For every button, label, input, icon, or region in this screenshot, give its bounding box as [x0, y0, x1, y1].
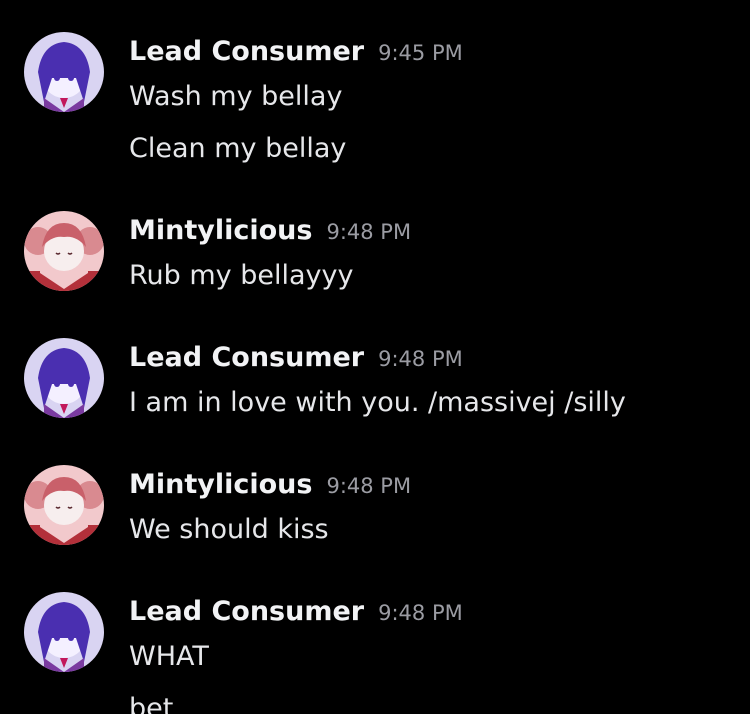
timestamp: 9:45 PM: [378, 41, 463, 65]
message-header: Lead Consumer 9:48 PM: [129, 596, 463, 630]
lead-consumer-avatar[interactable]: [24, 592, 104, 672]
avatar-image-icon: [24, 211, 104, 291]
message-header: Lead Consumer 9:48 PM: [129, 342, 463, 376]
username[interactable]: Lead Consumer: [129, 36, 364, 67]
message-text: WHAT: [129, 641, 209, 672]
lead-consumer-avatar[interactable]: [24, 338, 104, 418]
timestamp: 9:48 PM: [378, 347, 463, 371]
avatar-image-icon: [24, 465, 104, 545]
avatar-image-icon: [24, 592, 104, 672]
message-text: bet: [129, 693, 174, 714]
mintylicious-avatar[interactable]: [24, 465, 104, 545]
timestamp: 9:48 PM: [378, 601, 463, 625]
username[interactable]: Lead Consumer: [129, 596, 364, 627]
mintylicious-avatar[interactable]: [24, 211, 104, 291]
avatar-image-icon: [24, 338, 104, 418]
timestamp: 9:48 PM: [326, 220, 412, 244]
message-header: Mintylicious 9:48 PM: [129, 215, 411, 249]
message-text: Rub my bellayyy: [129, 260, 354, 291]
chat-message-list[interactable]: Lead Consumer 9:45 PM Wash my bellay Clea…: [0, 0, 750, 714]
message-text: We should kiss: [129, 514, 329, 545]
message-header: Mintylicious 9:48 PM: [129, 469, 411, 503]
message-text: I am in love with you. /massivej /silly: [129, 387, 626, 418]
username[interactable]: Mintylicious: [129, 215, 312, 246]
lead-consumer-avatar[interactable]: [24, 32, 104, 112]
username[interactable]: Lead Consumer: [129, 342, 364, 373]
message-text: Wash my bellay: [129, 81, 343, 112]
message-header: Lead Consumer 9:45 PM: [129, 36, 463, 70]
message-text: Clean my bellay: [129, 133, 347, 164]
avatar-image-icon: [24, 32, 104, 112]
timestamp: 9:48 PM: [326, 474, 412, 498]
username[interactable]: Mintylicious: [129, 469, 312, 500]
